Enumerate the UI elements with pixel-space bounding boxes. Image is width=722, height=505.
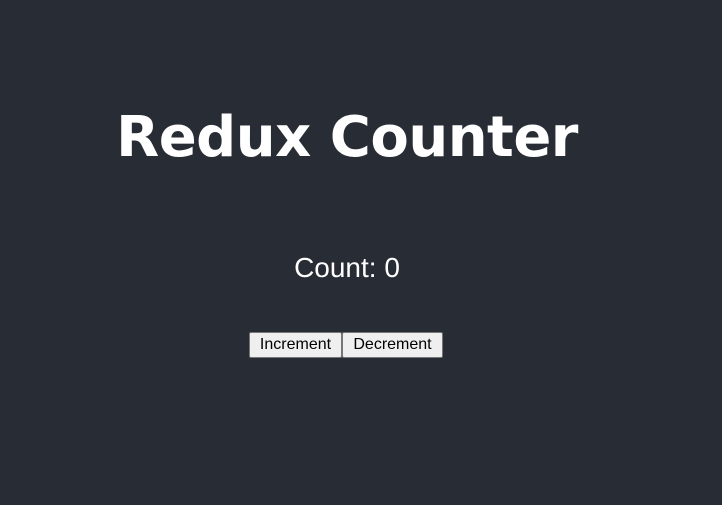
page-title: Redux Counter: [116, 105, 578, 170]
button-row: Increment Decrement: [249, 332, 443, 358]
counter-app: Redux Counter Count: 0 Increment Decreme…: [0, 0, 722, 505]
count-label: Count:: [294, 252, 377, 283]
count-display: Count: 0: [0, 250, 694, 286]
count-value: 0: [384, 252, 400, 283]
increment-button[interactable]: Increment: [249, 332, 342, 358]
decrement-button[interactable]: Decrement: [342, 332, 443, 358]
